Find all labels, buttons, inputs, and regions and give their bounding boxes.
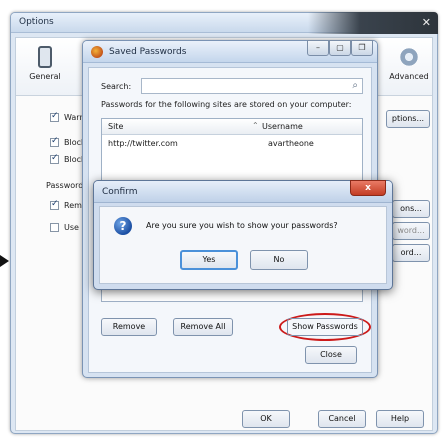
restore-icon[interactable]: ❐ <box>351 40 373 56</box>
column-username[interactable]: Username <box>262 122 303 131</box>
table-row[interactable]: http://twitter.com avartheone <box>102 137 362 151</box>
gear-icon <box>398 46 420 68</box>
change-master-password-button[interactable]: word... <box>392 222 430 240</box>
cancel-button[interactable]: Cancel <box>318 410 366 428</box>
row-username: avartheone <box>268 139 314 148</box>
close-button[interactable]: Close <box>305 346 357 364</box>
tab-general[interactable]: General <box>20 46 70 81</box>
help-button[interactable]: Help <box>376 410 424 428</box>
confirm-titlebar[interactable]: Confirm x <box>94 180 392 203</box>
maximize-icon[interactable]: ▢ <box>329 40 351 56</box>
window-controls: – ▢ ❐ <box>307 40 373 58</box>
titlebar-dark-region <box>308 12 438 34</box>
tab-advanced[interactable]: Advanced <box>384 46 434 81</box>
ok-button[interactable]: OK <box>242 410 290 428</box>
show-passwords-button[interactable]: Show Passwords <box>287 318 363 336</box>
warn-checkbox[interactable] <box>50 111 59 122</box>
search-label: Search: <box>101 82 132 91</box>
column-site[interactable]: Site <box>108 122 123 131</box>
remove-all-button[interactable]: Remove All <box>173 318 233 336</box>
stored-info-text: Passwords for the following sites are st… <box>101 100 352 109</box>
tab-general-label: General <box>29 72 61 81</box>
exceptions-button-2[interactable]: ons... <box>392 200 430 218</box>
minimize-icon[interactable]: – <box>307 40 329 56</box>
confirm-message: Are you sure you wish to show your passw… <box>146 221 338 230</box>
pointer-arrow-icon <box>0 255 9 267</box>
exceptions-button[interactable]: ptions... <box>386 110 430 128</box>
options-titlebar[interactable]: Options ✕ <box>11 12 438 34</box>
remember-checkbox[interactable] <box>50 199 59 210</box>
table-header: Site ⌃ Username <box>102 119 362 135</box>
saved-passwords-title: Saved Passwords <box>109 47 187 57</box>
tab-advanced-label: Advanced <box>389 72 429 81</box>
question-icon: ? <box>114 217 132 235</box>
options-close-icon[interactable]: ✕ <box>422 16 431 29</box>
confirm-dialog: Confirm x ? Are you sure you wish to sho… <box>93 180 393 290</box>
screenshot-stage: Options ✕ General Advanced Warn Block <box>0 0 443 440</box>
block-checkbox-1[interactable] <box>50 136 59 147</box>
yes-button[interactable]: Yes <box>180 250 238 270</box>
master-password-checkbox[interactable] <box>50 223 59 232</box>
confirm-title: Confirm <box>102 187 138 197</box>
search-input[interactable]: ⌕ <box>141 78 363 94</box>
sort-icon: ⌃ <box>252 121 259 130</box>
firefox-icon <box>91 46 103 58</box>
block-checkbox-2[interactable] <box>50 153 59 164</box>
confirm-close-icon[interactable]: x <box>350 180 386 196</box>
confirm-body: ? Are you sure you wish to show your pas… <box>99 206 387 284</box>
row-site: http://twitter.com <box>108 139 178 148</box>
search-icon: ⌕ <box>352 80 358 91</box>
no-button[interactable]: No <box>250 250 308 270</box>
options-title: Options <box>19 17 54 27</box>
phone-icon <box>38 46 52 68</box>
saved-passwords-button[interactable]: ord... <box>392 244 430 262</box>
remove-button[interactable]: Remove <box>101 318 157 336</box>
saved-passwords-titlebar[interactable]: Saved Passwords – ▢ ❐ <box>83 40 377 63</box>
